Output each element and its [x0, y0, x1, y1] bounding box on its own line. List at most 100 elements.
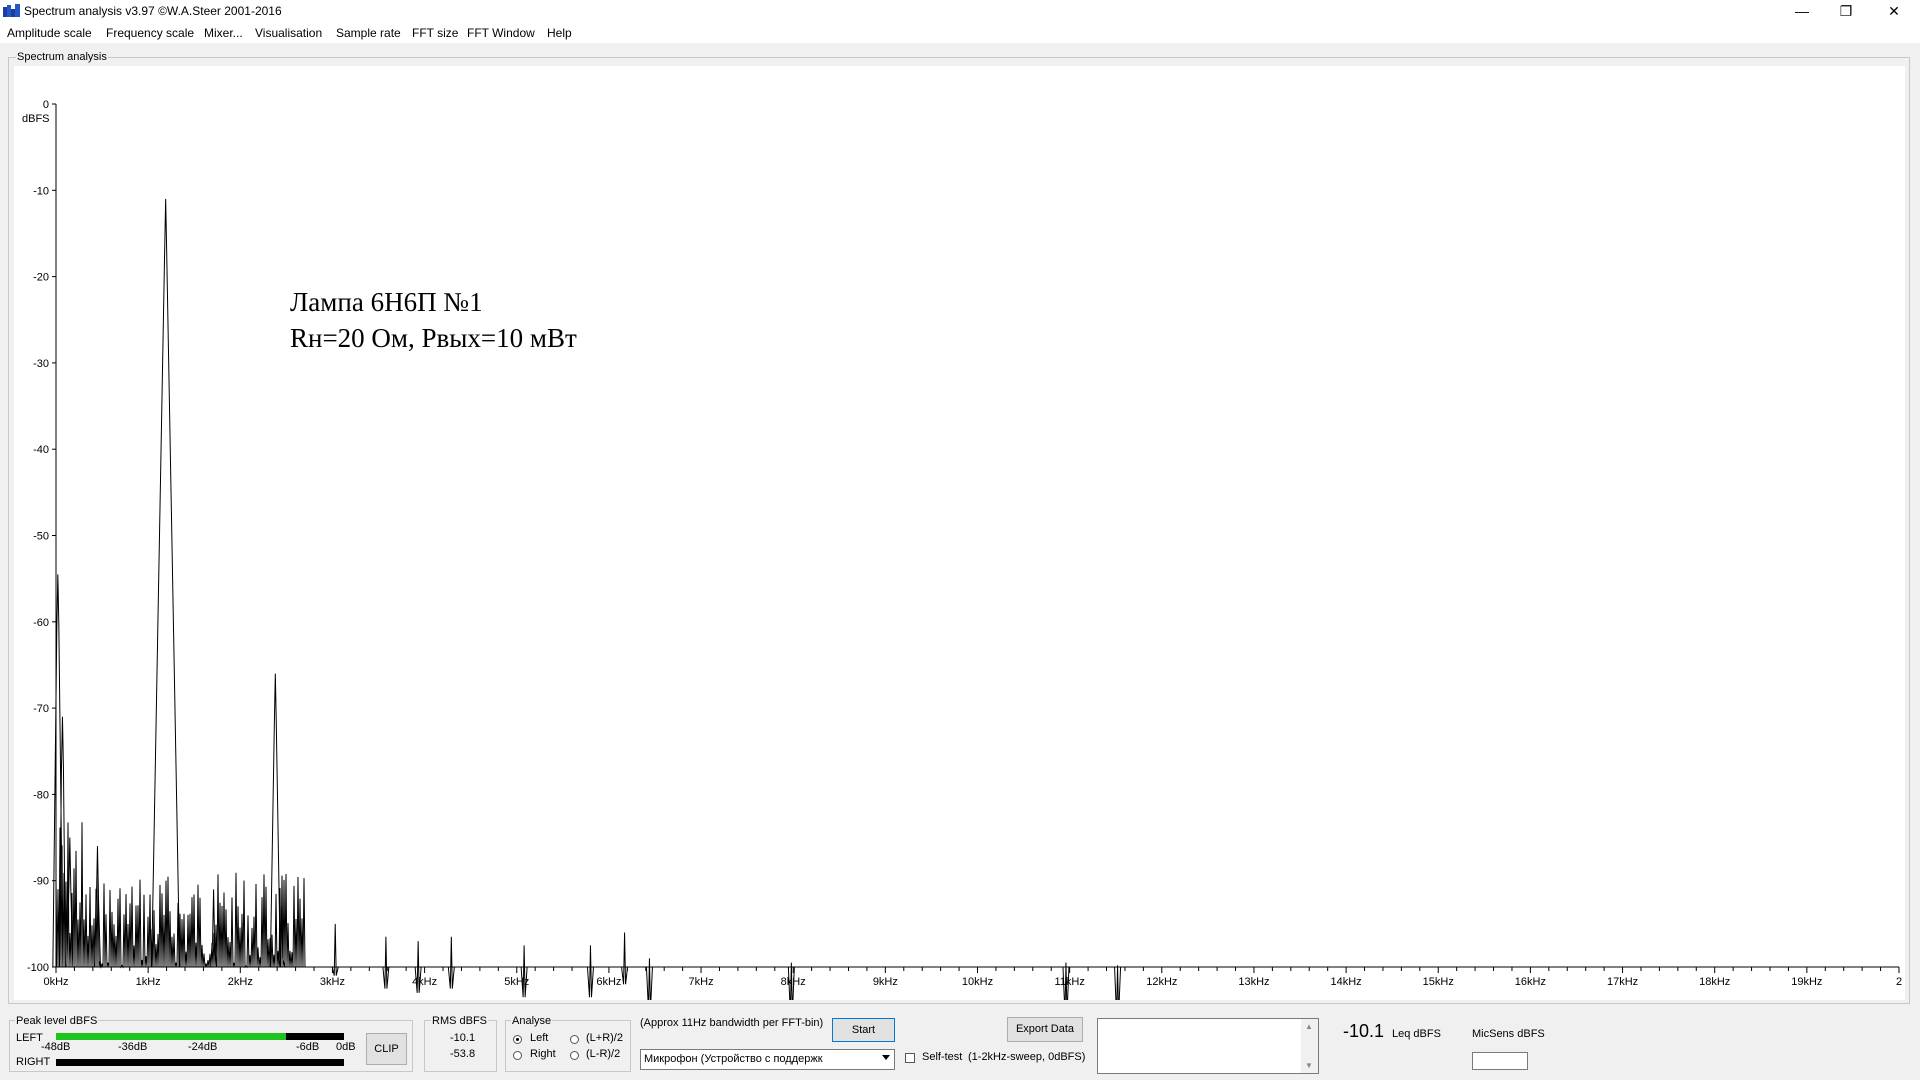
- radio-l-plus-r[interactable]: [570, 1035, 579, 1044]
- spectrum-group-label: Spectrum analysis: [16, 51, 108, 63]
- x-tick-label: 10kHz: [962, 976, 993, 988]
- menu-visualisation[interactable]: Visualisation: [255, 26, 322, 40]
- rms-right-value: -53.8: [450, 1048, 476, 1060]
- menu-mixer[interactable]: Mixer...: [204, 26, 243, 40]
- meter-scale-24: -24dB: [188, 1041, 218, 1053]
- device-select[interactable]: Микрофон (Устройство с поддержк: [640, 1049, 895, 1070]
- menu-sample-rate[interactable]: Sample rate: [336, 26, 401, 40]
- x-tick-label: 3kHz: [320, 976, 345, 988]
- analyse-label: Analyse: [511, 1015, 553, 1027]
- x-tick-label: 2: [1896, 976, 1902, 988]
- left-level-meter: [56, 1033, 344, 1040]
- rms-left-value: -10.1: [450, 1032, 476, 1044]
- minimize-button[interactable]: —: [1780, 0, 1824, 22]
- bandwidth-note: (Approx 11Hz bandwidth per FFT-bin): [640, 1017, 824, 1029]
- radio-l-minus-r-label[interactable]: (L-R)/2: [586, 1048, 620, 1060]
- right-level-meter: [56, 1059, 344, 1066]
- leq-label: Leq dBFS: [1392, 1028, 1441, 1040]
- x-tick-label: 0kHz: [43, 976, 68, 988]
- x-tick-label: 17kHz: [1607, 976, 1638, 988]
- meter-scale-6: -6dB: [296, 1041, 320, 1053]
- self-test-label[interactable]: Self-test: [922, 1051, 962, 1063]
- micsens-label: MicSens dBFS: [1472, 1028, 1545, 1040]
- chevron-down-icon[interactable]: [882, 1055, 890, 1060]
- y-tick-label: -50: [33, 531, 49, 543]
- y-tick-label: 0: [43, 99, 49, 111]
- y-tick-label: -40: [33, 444, 49, 456]
- spectrum-noise-floor: [55, 822, 1899, 969]
- x-tick-label: 19kHz: [1791, 976, 1822, 988]
- y-tick-label: -90: [33, 876, 49, 888]
- x-tick-label: 11kHz: [1054, 976, 1084, 988]
- spectrum-peak: [151, 198, 181, 968]
- x-tick-label: 12kHz: [1146, 976, 1177, 988]
- x-tick-label: 1kHz: [136, 976, 161, 988]
- meter-scale-36: -36dB: [118, 1041, 148, 1053]
- meter-scale-48: -48dB: [41, 1041, 71, 1053]
- menu-fft-window[interactable]: FFT Window: [467, 26, 535, 40]
- radio-left-label[interactable]: Left: [530, 1032, 548, 1044]
- meter-scale-0: 0dB: [336, 1041, 356, 1053]
- self-test-checkbox[interactable]: [905, 1053, 915, 1063]
- clip-indicator[interactable]: CLIP: [366, 1033, 407, 1065]
- y-tick-label: -20: [33, 272, 49, 284]
- spectrum-peak: [645, 958, 653, 1000]
- spectrum-chart: 0 -10 -20 -30 -40 -50 -60 -70 -80 -90 -100 0kHz 1kH…: [22, 99, 1902, 1000]
- y-tick-label: -80: [33, 789, 49, 801]
- radio-l-minus-r[interactable]: [570, 1051, 579, 1060]
- spectrum-peak: [1062, 962, 1070, 1000]
- radio-l-plus-r-label[interactable]: (L+R)/2: [586, 1032, 623, 1044]
- x-tick-label: 6kHz: [596, 976, 621, 988]
- start-button[interactable]: Start: [832, 1018, 895, 1042]
- output-scrollbar[interactable]: ▲ ▼: [1301, 1019, 1318, 1073]
- spectrum-peak: [447, 936, 455, 989]
- spectrum-peak: [520, 945, 528, 998]
- export-data-button[interactable]: Export Data: [1007, 1017, 1083, 1042]
- scroll-up-icon[interactable]: ▲: [1305, 1022, 1313, 1031]
- output-textbox[interactable]: ▲ ▼: [1097, 1018, 1319, 1074]
- app-icon: [3, 4, 20, 17]
- y-tick-label: -60: [33, 617, 49, 629]
- x-tick-label: 14kHz: [1331, 976, 1362, 988]
- chart-annotation-line-1: Лампа 6Н6П №1: [290, 287, 483, 317]
- x-tick-label: 2kHz: [228, 976, 253, 988]
- right-channel-label: RIGHT: [16, 1056, 51, 1068]
- y-axis-label: dBFS: [22, 113, 50, 125]
- spectrum-plot: 0 -10 -20 -30 -40 -50 -60 -70 -80 -90 -100 0kHz 1kH…: [14, 66, 1905, 1000]
- rms-group: [424, 1020, 497, 1072]
- radio-right-label[interactable]: Right: [530, 1048, 556, 1060]
- rms-label: RMS dBFS: [431, 1015, 489, 1027]
- y-tick-label: -30: [33, 358, 49, 370]
- left-level-fill: [56, 1033, 286, 1040]
- x-tick-label: 18kHz: [1699, 976, 1730, 988]
- scroll-down-icon[interactable]: ▼: [1305, 1061, 1313, 1070]
- chart-annotation-line-2: Rн=20 Ом, Pвых=10 мВт: [290, 323, 577, 353]
- spectrum-peak: [1114, 965, 1122, 1000]
- peak-level-label: Peak level dBFS: [15, 1015, 99, 1027]
- self-test-note: (1-2kHz-sweep, 0dBFS): [968, 1051, 1086, 1063]
- x-tick-label: 13kHz: [1238, 976, 1269, 988]
- menu-frequency-scale[interactable]: Frequency scale: [106, 26, 194, 40]
- restore-button[interactable]: ❐: [1824, 0, 1868, 22]
- x-tick-label: 7kHz: [689, 976, 714, 988]
- spectrum-peak: [586, 945, 594, 998]
- radio-right[interactable]: [513, 1051, 522, 1060]
- radio-left[interactable]: [513, 1035, 522, 1044]
- close-button[interactable]: ✕: [1872, 0, 1916, 22]
- window-title: Spectrum analysis v3.97 ©W.A.Steer 2001-…: [24, 4, 282, 18]
- menu-amplitude-scale[interactable]: Amplitude scale: [7, 26, 92, 40]
- x-tick-label: 15kHz: [1423, 976, 1454, 988]
- analyse-group: [505, 1020, 631, 1072]
- y-tick-label: -100: [27, 962, 49, 974]
- left-channel-label: LEFT: [16, 1032, 43, 1044]
- menu-help[interactable]: Help: [547, 26, 572, 40]
- x-tick-label: 16kHz: [1515, 976, 1546, 988]
- spectrum-peak: [331, 923, 339, 976]
- title-bar: Spectrum analysis v3.97 ©W.A.Steer 2001-…: [0, 0, 1920, 22]
- micsens-input[interactable]: [1472, 1052, 1528, 1070]
- device-select-value: Микрофон (Устройство с поддержк: [644, 1053, 823, 1065]
- y-tick-label: -70: [33, 703, 49, 715]
- menu-bar: Amplitude scale Frequency scale Mixer...…: [0, 22, 1920, 43]
- menu-fft-size[interactable]: FFT size: [412, 26, 458, 40]
- spectrum-peak: [382, 936, 390, 989]
